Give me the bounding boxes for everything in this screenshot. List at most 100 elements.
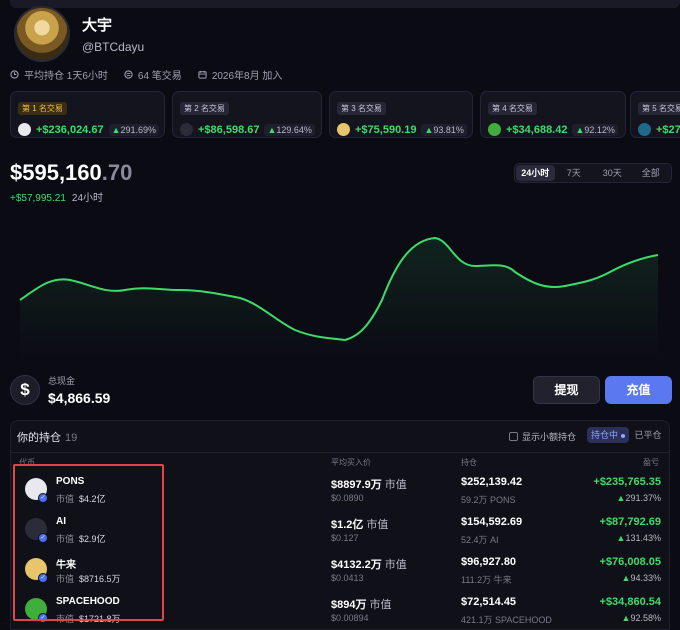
- trade-pnl: +$34,688.42: [506, 123, 568, 136]
- token-name: AI: [56, 516, 66, 527]
- calendar-icon: [198, 70, 207, 79]
- top-trade-card[interactable]: 第 4 名交易 +$34,688.42 ▲92.12%: [480, 91, 626, 138]
- avg-value: $8897.9万: [331, 479, 382, 491]
- token-mcap: 市值 $8716.5万: [56, 572, 121, 585]
- checkbox[interactable]: [509, 432, 518, 441]
- change-period: 24小时: [71, 193, 104, 204]
- holding-row[interactable]: ✓ AI 市值 $2.9亿 $1.2亿 市值 $0.127 $154,592.69 …: [11, 513, 669, 553]
- top-trade-card[interactable]: 第 3 名交易 +$75,590.19 ▲93.81%: [329, 91, 473, 138]
- deposit-button[interactable]: 充值: [605, 376, 672, 404]
- col-pnl[interactable]: 盈亏: [643, 457, 659, 468]
- pnl-pct-value: 291.37%: [625, 493, 661, 503]
- pnl-value: +$34,860.54: [599, 596, 661, 608]
- holding-row[interactable]: ✓ SPACEHOOD 市值 $1721.8万 $894万 市值 $0.00894 …: [11, 593, 669, 630]
- avg-buy-price: $0.00894: [331, 613, 369, 623]
- balance-decimal: .70: [101, 160, 133, 185]
- mcap-label: 市值: [56, 574, 75, 584]
- cash-label: 总现金: [48, 376, 76, 386]
- profile-stats: 平均持仓 1天6小时 64 笔交易 2026年8月 加入: [10, 67, 298, 82]
- profile-names: 大宇 @BTCdayu: [82, 14, 144, 54]
- trade-pct: 92.12%: [584, 124, 615, 135]
- avg-buy-value: $8897.9万 市值: [331, 476, 407, 492]
- trade-pct-badge: ▲93.81%: [421, 123, 467, 136]
- token-icon: [638, 123, 651, 136]
- balance-main: $595,160: [10, 160, 102, 185]
- pnl-pct: ▲94.33%: [622, 573, 661, 583]
- chart-area: [20, 238, 658, 360]
- holding-amount: 111.2万 牛来: [461, 575, 512, 585]
- holding-value: $154,592.69: [461, 516, 523, 528]
- trade-row: +$75,590.19 ▲93.81%: [337, 123, 467, 136]
- tab-closed-positions[interactable]: 已平仓: [629, 427, 667, 443]
- trade-pnl: +$86,598.67: [198, 123, 260, 136]
- avg-unit: 市值: [384, 559, 407, 571]
- tab-open-positions[interactable]: 持仓中: [587, 427, 629, 443]
- holding-value: $72,514.45: [461, 596, 517, 608]
- avg-buy-value: $1.2亿 市值: [331, 516, 388, 532]
- trade-pct: 291.69%: [120, 124, 157, 135]
- avatar[interactable]: [14, 6, 70, 62]
- show-small-label: 显示小额持仓: [522, 432, 577, 442]
- trade-count-text: 64 笔交易: [137, 71, 182, 82]
- avg-value: $4132.2万: [331, 559, 382, 571]
- time-range-selector: 24小时 7天 30天 全部: [514, 163, 672, 183]
- pnl-pct: ▲92.58%: [622, 613, 661, 623]
- pnl-value: +$76,008.05: [599, 556, 661, 568]
- avg-unit: 市值: [384, 479, 407, 491]
- avg-value: $894万: [331, 599, 367, 611]
- pnl-pct-value: 94.33%: [630, 573, 661, 583]
- balance-chart[interactable]: [10, 220, 670, 360]
- holding-value: $96,927.80: [461, 556, 517, 568]
- top-trade-card[interactable]: 第 5 名交易 +$27: [630, 91, 680, 138]
- avg-unit: 市值: [369, 599, 392, 611]
- trade-rank: 第 4 名交易: [488, 102, 537, 115]
- trade-rank: 第 1 名交易: [18, 102, 67, 115]
- trade-pct: 129.64%: [276, 124, 312, 135]
- trade-count-stat: 64 笔交易: [124, 67, 182, 82]
- range-30d[interactable]: 30天: [593, 165, 632, 181]
- mcap-label: 市值: [56, 614, 75, 624]
- col-holding[interactable]: 持仓: [461, 457, 477, 468]
- holdings-column-headers: 代币 平均买入价 持仓 盈亏: [11, 452, 669, 468]
- mcap-value: $8716.5万: [79, 574, 121, 584]
- avg-hold-stat: 平均持仓 1天6小时: [10, 67, 108, 82]
- holdings-title: 你的持仓: [17, 432, 61, 444]
- trade-row: +$27: [638, 123, 680, 136]
- mcap-value: $1721.8万: [79, 614, 121, 624]
- holding-row[interactable]: ✓ PONS 市值 $4.2亿 $8897.9万 市值 $0.0890 $252,1…: [11, 473, 669, 513]
- holding-value: $252,139.42: [461, 476, 523, 488]
- trade-pct: 93.81%: [433, 124, 464, 135]
- token-icon: [18, 123, 31, 136]
- token-icon: [180, 123, 193, 136]
- show-small-toggle[interactable]: 显示小额持仓: [509, 430, 576, 443]
- tab-open-label: 持仓中: [590, 430, 618, 440]
- token-mcap: 市值 $1721.8万: [56, 612, 121, 625]
- profile-handle[interactable]: @BTCdayu: [82, 40, 144, 54]
- pnl-value: +$235,765.35: [593, 476, 661, 488]
- holding-row[interactable]: ✓ 牛来 市值 $8716.5万 $4132.2万 市值 $0.0413 $96,9…: [11, 553, 669, 593]
- avg-value: $1.2亿: [331, 519, 364, 531]
- avg-hold-text: 平均持仓 1天6小时: [24, 71, 108, 82]
- token-icon: [337, 123, 350, 136]
- token-name: PONS: [56, 476, 85, 487]
- withdraw-button[interactable]: 提现: [533, 376, 600, 404]
- verified-icon: ✓: [38, 493, 48, 503]
- top-trade-card[interactable]: 第 1 名交易 +$236,024.67 ▲291.69%: [10, 91, 165, 138]
- token-icon: [488, 123, 501, 136]
- avg-buy-price: $0.0890: [331, 493, 364, 503]
- col-avg-buy[interactable]: 平均买入价: [331, 457, 371, 468]
- balance-change: +$57,995.21 24小时: [10, 189, 103, 204]
- range-all[interactable]: 全部: [632, 165, 671, 181]
- joined-text: 2026年8月 加入: [211, 71, 283, 82]
- range-7d[interactable]: 7天: [555, 165, 594, 181]
- range-24h[interactable]: 24小时: [516, 165, 555, 181]
- col-token[interactable]: 代币: [19, 457, 35, 468]
- trade-pct-badge: ▲291.69%: [108, 123, 160, 136]
- profile-name: 大宇: [82, 17, 113, 34]
- pnl-pct-value: 92.58%: [630, 613, 661, 623]
- top-trade-card[interactable]: 第 2 名交易 +$86,598.67 ▲129.64%: [172, 91, 322, 138]
- change-value: +$57,995.21: [10, 193, 66, 204]
- mcap-value: $2.9亿: [79, 534, 106, 544]
- clock-icon: [10, 70, 19, 79]
- trade-pnl: +$75,590.19: [355, 123, 417, 136]
